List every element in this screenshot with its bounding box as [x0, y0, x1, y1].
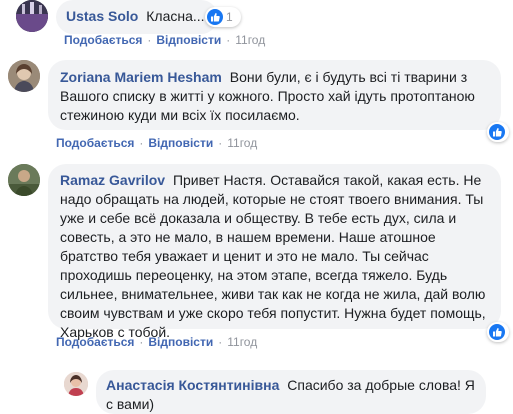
reply-link[interactable]: Відповісти: [148, 136, 213, 150]
like-link[interactable]: Подобається: [64, 33, 142, 47]
like-link[interactable]: Подобається: [56, 136, 134, 150]
like-icon: [489, 324, 505, 340]
comment-author[interactable]: Zoriana Mariem Hesham: [60, 69, 222, 85]
avatar[interactable]: [64, 372, 88, 396]
comment-bubble: Ramaz Gavrilov Привет Настя. Оставайся т…: [48, 164, 501, 340]
comment-actions: Подобається · Відповісти · 11год: [56, 335, 258, 349]
reaction-badge[interactable]: 1: [205, 7, 241, 27]
timestamp[interactable]: 11год: [227, 136, 257, 150]
avatar[interactable]: [8, 164, 40, 196]
reaction-count: 1: [226, 10, 233, 24]
comment-text: Класна...: [146, 8, 205, 24]
comment-bubble: Ustas Solo Класна...: [56, 0, 218, 34]
timestamp[interactable]: 11год: [227, 335, 257, 349]
avatar[interactable]: [16, 0, 48, 32]
comment-bubble: Zoriana Mariem Hesham Вони були, є і буд…: [48, 60, 501, 130]
reaction-badge[interactable]: [487, 322, 509, 342]
reply-author[interactable]: Анастасія Костянтинівна: [106, 377, 279, 393]
reply-bubble: Анастасія Костянтинівна Спасибо за добры…: [96, 370, 486, 414]
timestamp[interactable]: 11год: [235, 33, 265, 47]
like-icon: [207, 9, 223, 25]
comment-author[interactable]: Ramaz Gavrilov: [60, 172, 165, 188]
like-link[interactable]: Подобається: [56, 335, 134, 349]
comment-author[interactable]: Ustas Solo: [66, 8, 138, 24]
comment-actions: Подобається · Відповісти · 11год: [64, 33, 266, 47]
reply-link[interactable]: Відповісти: [148, 335, 213, 349]
comment-actions: Подобається · Відповісти · 11год: [56, 136, 258, 150]
avatar[interactable]: [8, 60, 40, 92]
reply-link[interactable]: Відповісти: [156, 33, 221, 47]
comment-text: Привет Настя. Оставайся такой, какая ест…: [60, 172, 486, 340]
reaction-badge[interactable]: [487, 122, 509, 142]
like-icon: [489, 124, 505, 140]
reply-thread-line: [30, 200, 52, 384]
